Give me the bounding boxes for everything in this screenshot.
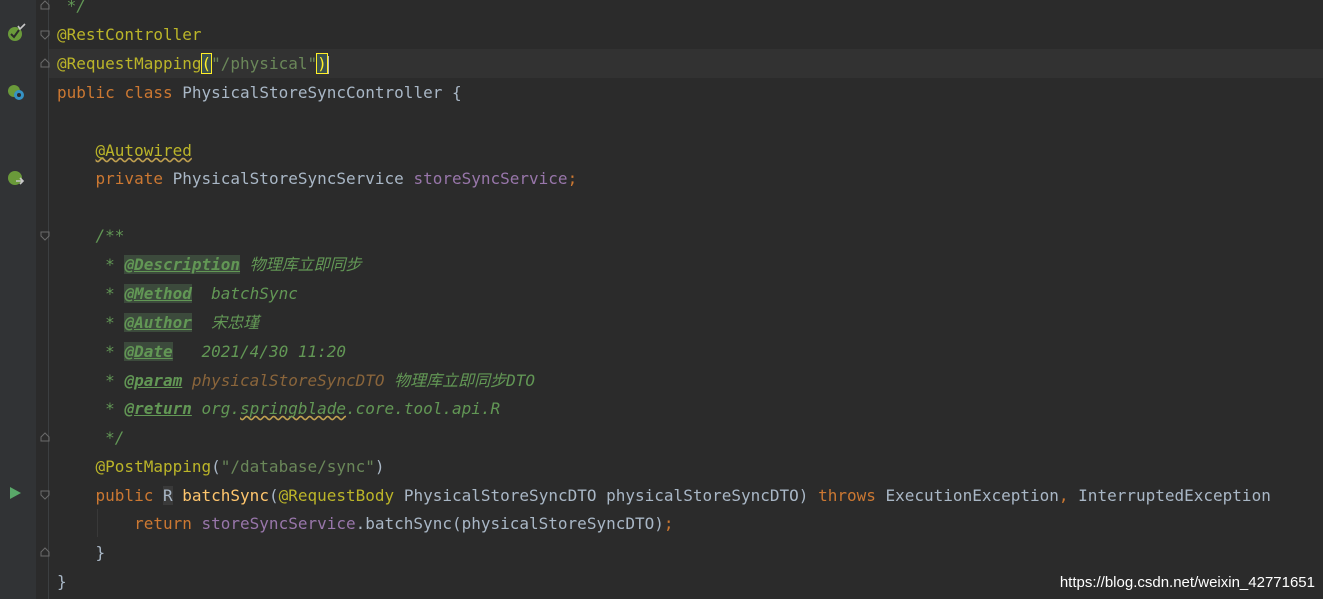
doc-star: * (95, 313, 125, 332)
code-line[interactable]: */ (57, 423, 124, 452)
doc-author-value: 宋忠瑾 (191, 313, 260, 332)
fold-start-icon[interactable] (40, 30, 50, 40)
brace-close: } (57, 572, 67, 591)
run-gutter-icon[interactable] (6, 484, 26, 504)
keyword-public: public (95, 486, 154, 505)
semicolon: ; (567, 169, 578, 188)
paren-open: ( (211, 457, 221, 476)
code-line[interactable]: * @Description 物理库立即同步 (57, 250, 362, 279)
doc-tag-date: @Date (124, 342, 173, 361)
spring-bean-check-icon[interactable] (6, 23, 26, 43)
code-line[interactable]: @PostMapping("/database/sync") (57, 452, 385, 481)
request-mapping-annotation: @RequestMapping (57, 54, 202, 73)
doc-description-value: 物理库立即同步 (240, 255, 362, 274)
fold-end-icon[interactable] (40, 432, 50, 442)
method-name: batchSync (182, 486, 269, 505)
code-line[interactable]: return storeSyncService.batchSync(physic… (57, 509, 674, 538)
paren-open: ( (268, 486, 279, 505)
semicolon: ; (663, 514, 674, 533)
doc-end: */ (57, 0, 86, 15)
paren-open: ( (200, 53, 213, 74)
exception-execution: ExecutionException (885, 486, 1059, 505)
doc-open: /** (95, 226, 125, 245)
paren-close: ) (316, 53, 328, 74)
code-line[interactable]: } (57, 538, 106, 567)
code-line[interactable]: @RestController (57, 20, 202, 49)
doc-param-name: physicalStoreSyncDTO (182, 371, 385, 390)
code-line[interactable]: } (57, 567, 67, 596)
doc-method-value: batchSync (191, 284, 298, 303)
keyword-class: class (124, 83, 173, 102)
doc-star: * (95, 255, 125, 274)
doc-star: * (95, 371, 125, 390)
request-body-annotation: @RequestBody (278, 486, 395, 505)
code-line[interactable]: /** (57, 221, 125, 250)
doc-tag-author: @Author (124, 313, 192, 332)
gutter-separator (48, 0, 49, 599)
doc-star: * (95, 284, 125, 303)
fold-end-icon[interactable] (40, 58, 50, 68)
doc-param-desc: 物理库立即同步DTO (384, 371, 536, 390)
exception-interrupted: InterruptedException (1078, 486, 1271, 505)
keyword-public: public (57, 83, 115, 102)
post-mapping-annotation: @PostMapping (95, 457, 212, 476)
doc-tag-description: @Description (124, 255, 241, 274)
doc-close: */ (95, 428, 125, 447)
post-path-string: "/database/sync" (220, 457, 375, 476)
dto-type: PhysicalStoreSyncDTO (403, 486, 597, 505)
doc-return-prefix: org. (191, 399, 241, 418)
doc-tag-param: @param (124, 371, 183, 390)
code-line[interactable]: * @return org.springblade.core.tool.api.… (57, 394, 500, 423)
doc-tag-return: @return (124, 399, 192, 418)
doc-star: * (95, 399, 125, 418)
fold-end-icon[interactable] (40, 547, 50, 557)
doc-return-suffix: .core.tool.api.R (346, 399, 501, 418)
code-line[interactable]: public class PhysicalStoreSyncController… (57, 78, 462, 107)
code-line[interactable]: @RequestMapping("/physical") (57, 49, 329, 78)
code-line[interactable]: public R batchSync(@RequestBody Physical… (57, 481, 1271, 510)
paren-close: ) (798, 486, 809, 505)
return-type: R (162, 486, 173, 505)
dto-param: physicalStoreSyncDTO (606, 486, 799, 505)
call-field: storeSyncService (201, 514, 356, 533)
code-line[interactable]: */ (57, 0, 86, 20)
class-name: PhysicalStoreSyncController (182, 83, 443, 102)
autowired-annotation: @Autowired (95, 141, 192, 160)
service-field: storeSyncService (413, 169, 568, 188)
code-line[interactable]: * @Method batchSync (57, 279, 298, 308)
mapping-path-string: "/physical" (211, 54, 318, 73)
keyword-return: return (134, 514, 192, 533)
service-type: PhysicalStoreSyncService (172, 169, 404, 188)
doc-tag-method: @Method (124, 284, 192, 303)
code-line[interactable]: * @param physicalStoreSyncDTO 物理库立即同步DTO (57, 366, 535, 395)
code-line[interactable]: * @Date 2021/4/30 11:20 (57, 337, 346, 366)
fold-area (36, 0, 48, 599)
code-line[interactable]: private PhysicalStoreSyncService storeSy… (57, 164, 578, 193)
doc-return-package: springblade (240, 399, 347, 418)
spring-autowired-icon[interactable] (6, 168, 26, 188)
call-rest: .batchSync(physicalStoreSyncDTO) (355, 514, 664, 533)
doc-star: * (95, 342, 125, 361)
brace-open: { (451, 83, 462, 102)
fold-start-icon[interactable] (40, 231, 50, 241)
code-line[interactable]: @Autowired (57, 136, 192, 165)
keyword-private: private (95, 169, 163, 188)
fold-start-icon[interactable] (40, 490, 50, 500)
doc-date-value: 2021/4/30 11:20 (172, 342, 347, 361)
keyword-throws: throws (818, 486, 876, 505)
text-cursor (326, 55, 329, 74)
brace-close: } (95, 543, 106, 562)
paren-close: ) (374, 457, 385, 476)
code-editor[interactable]: */ @RestController @RequestMapping("/phy… (0, 0, 1323, 599)
fold-end-icon[interactable] (40, 0, 50, 10)
rest-controller-annotation: @RestController (57, 25, 202, 44)
spring-controller-icon[interactable] (6, 82, 26, 102)
comma: , (1058, 486, 1069, 505)
code-line[interactable]: * @Author 宋忠瑾 (57, 308, 259, 337)
watermark: https://blog.csdn.net/weixin_42771651 (1059, 574, 1315, 591)
